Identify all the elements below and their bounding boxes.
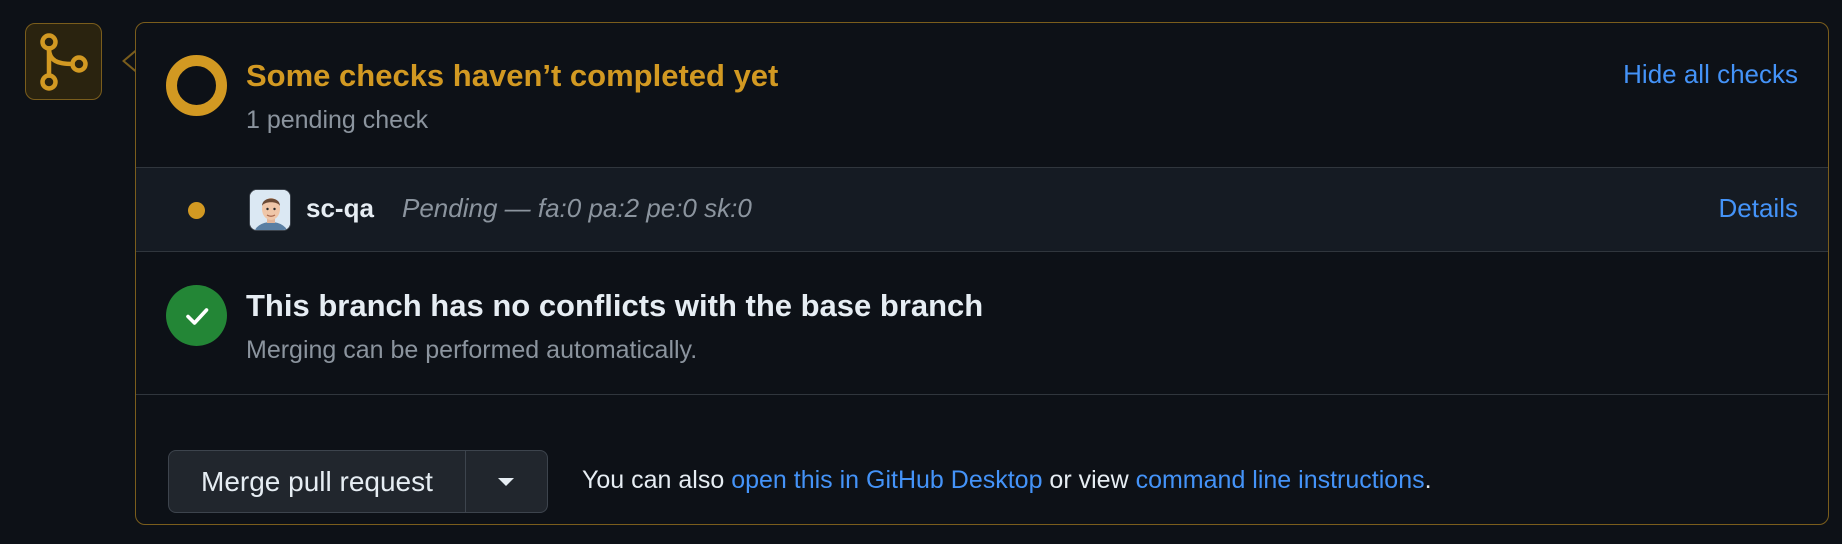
caret-down-icon (498, 477, 515, 486)
merge-hint-suffix: . (1424, 466, 1432, 494)
check-status-text: Pending — fa:0 pa:2 pe:0 sk:0 (402, 193, 752, 223)
checks-subtitle: 1 pending check (246, 106, 429, 134)
conflicts-title: This branch has no conflicts with the ba… (246, 288, 984, 323)
open-in-github-desktop-link[interactable]: open this in GitHub Desktop (731, 466, 1042, 494)
check-icon (166, 285, 227, 346)
merge-hint-text: You can also open this in GitHub Desktop… (582, 466, 1432, 495)
hide-all-checks-link[interactable]: Hide all checks (1623, 59, 1798, 90)
merge-options-dropdown-button[interactable] (466, 451, 547, 512)
merge-hint-middle: or view (1042, 466, 1136, 494)
merge-button-group: Merge pull request (168, 450, 548, 513)
check-name: sc-qa (306, 193, 374, 223)
check-row: sc-qa Pending — fa:0 pa:2 pe:0 sk:0 Deta… (136, 168, 1828, 252)
checks-summary-section: Some checks haven’t completed yet 1 pend… (136, 23, 1828, 168)
pending-status-icon (166, 55, 227, 116)
merge-box-panel: Some checks haven’t completed yet 1 pend… (135, 22, 1829, 525)
pending-dot-icon (188, 202, 205, 219)
conflicts-subtitle: Merging can be performed automatically. (246, 336, 698, 364)
check-details-link[interactable]: Details (1719, 193, 1798, 224)
conflicts-section: This branch has no conflicts with the ba… (136, 252, 1828, 395)
merge-action-section: Merge pull request You can also open thi… (136, 395, 1828, 525)
merge-hint-prefix: You can also (582, 466, 732, 494)
avatar-icon (249, 189, 291, 231)
git-merge-icon-box (25, 23, 102, 100)
git-merge-icon (39, 32, 88, 91)
command-line-instructions-link[interactable]: command line instructions (1136, 466, 1425, 494)
checks-title: Some checks haven’t completed yet (246, 58, 779, 93)
merge-pull-request-button[interactable]: Merge pull request (169, 451, 466, 512)
